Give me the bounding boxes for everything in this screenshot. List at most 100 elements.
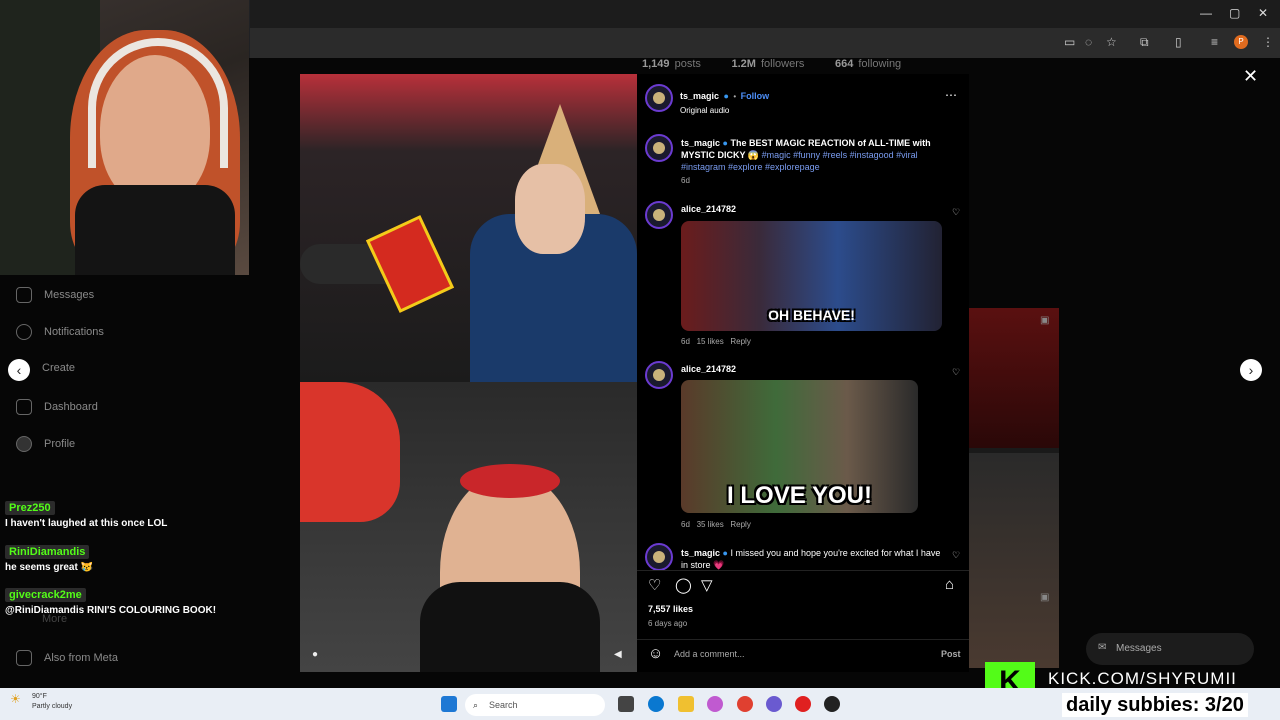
comment-like-icon[interactable]: ♡ <box>952 550 960 561</box>
like-icon[interactable]: ♡ <box>648 576 661 594</box>
comment-age: 6d <box>681 337 690 346</box>
comment-likes[interactable]: 15 likes <box>697 337 724 346</box>
sidebar-item-messages[interactable]: Messages <box>16 287 94 303</box>
comment-likes[interactable]: 35 likes <box>697 520 724 529</box>
caption-avatar[interactable] <box>645 134 673 162</box>
posts-label: posts <box>674 58 701 70</box>
comment-meta: 6d 15 likes Reply <box>681 337 751 346</box>
gif-caption: I LOVE YOU! <box>727 482 872 509</box>
comment-avatar[interactable] <box>645 543 673 571</box>
comment-icon[interactable]: ◯ <box>675 576 692 594</box>
sidebar-item-dashboard[interactable]: Dashboard <box>16 399 98 415</box>
sidebar-item-profile[interactable]: Profile <box>16 436 75 452</box>
chat-text: @RiniDiamandis RINI'S COLOURING BOOK! <box>5 605 217 616</box>
add-comment-input[interactable]: Add a comment... <box>674 649 745 659</box>
task-view-icon[interactable] <box>618 696 634 712</box>
sidepanel-icon[interactable]: ▯ <box>1175 35 1182 49</box>
prev-post-button[interactable]: ‹ <box>8 359 30 381</box>
comment-body: ts_magic ● I missed you and hope you're … <box>681 547 941 571</box>
mute-icon[interactable]: ◀ <box>614 649 622 660</box>
taskbar-search[interactable]: ⌕ Search <box>465 694 605 716</box>
star-icon[interactable]: ☆ <box>1106 35 1117 49</box>
chat-username: Prez250 <box>5 501 55 515</box>
author-avatar[interactable] <box>645 84 673 112</box>
headphones-shape <box>88 38 228 168</box>
following-label: following <box>858 58 902 70</box>
weather-temp: 90°F <box>32 693 47 700</box>
caption-username[interactable]: ts_magic <box>681 138 720 148</box>
downloads-icon[interactable]: ≡ <box>1211 35 1218 49</box>
messages-icon: ✉ <box>1098 642 1107 653</box>
address-bar[interactable] <box>250 28 1280 58</box>
cast-icon[interactable]: ▭ <box>1064 35 1075 49</box>
maximize-icon[interactable]: ▢ <box>1229 6 1240 20</box>
chat-text: he seems great 😿 <box>5 562 94 573</box>
comment-age: 6d <box>681 520 690 529</box>
divider <box>637 570 969 571</box>
following-count: 664 <box>834 58 854 70</box>
opera-icon[interactable] <box>795 696 811 712</box>
original-audio-link[interactable]: Original audio <box>680 106 769 115</box>
more-options-icon[interactable]: ⋯ <box>945 88 957 102</box>
post-comment-button[interactable]: Post <box>941 649 961 659</box>
chat-message: RiniDiamandis he seems great 😿 <box>5 542 250 573</box>
sidebar-item-label: Messages <box>44 289 95 301</box>
shirt-shape <box>75 185 235 275</box>
messages-widget[interactable]: ✉ Messages <box>1086 633 1254 665</box>
profile-avatar[interactable]: P <box>1234 35 1248 49</box>
eye-off-icon[interactable]: ◌ <box>1085 35 1092 49</box>
follow-button[interactable]: Follow <box>741 91 770 101</box>
next-post-button[interactable]: › <box>1240 359 1262 381</box>
comment-username[interactable]: alice_214782 <box>681 364 736 374</box>
heart-icon <box>16 324 32 340</box>
comment-avatar[interactable] <box>645 361 673 389</box>
weather-icon: ☀ <box>10 692 21 706</box>
extensions-icon[interactable]: ⧉ <box>1140 35 1149 50</box>
emoji-icon[interactable]: ☺ <box>648 645 663 662</box>
obs-icon[interactable] <box>824 696 840 712</box>
reply-button[interactable]: Reply <box>730 520 750 529</box>
verified-icon: ● <box>723 91 729 101</box>
grid-thumbnail[interactable] <box>969 453 1059 668</box>
save-icon[interactable]: ⌂ <box>945 576 954 593</box>
sidebar-item-meta[interactable]: Also from Meta <box>16 650 118 666</box>
start-icon[interactable] <box>441 696 457 712</box>
kebab-menu-icon[interactable]: ⋮ <box>1262 35 1274 49</box>
reel-video[interactable] <box>300 74 637 672</box>
sidebar-item-create[interactable]: Create <box>42 362 75 374</box>
posts-count: 1,149 <box>642 58 670 70</box>
likes-count[interactable]: 7,557 likes <box>648 604 693 614</box>
comment-avatar[interactable] <box>645 201 673 229</box>
comment-text: I missed you and hope you're excited for… <box>681 548 941 570</box>
reel-icon: ▣ <box>1040 592 1050 603</box>
reply-button[interactable]: Reply <box>730 337 750 346</box>
author-username[interactable]: ts_magic <box>680 91 719 101</box>
share-icon[interactable]: ▽ <box>701 576 713 594</box>
search-label: Search <box>489 700 518 710</box>
comment-meta: 6d 35 likes Reply <box>681 520 751 529</box>
app-icon[interactable] <box>707 696 723 712</box>
close-modal-button[interactable]: ✕ <box>1243 66 1258 87</box>
comment-username[interactable]: ts_magic <box>681 548 720 558</box>
weather-widget[interactable]: ☀ 90°F Partly cloudy <box>10 692 72 712</box>
comment-like-icon[interactable]: ♡ <box>952 367 960 378</box>
chrome-icon[interactable] <box>737 696 753 712</box>
user-tag-icon[interactable]: ● <box>312 649 318 660</box>
edge-icon[interactable] <box>648 696 664 712</box>
sidebar-item-label: Create <box>42 362 76 374</box>
chat-text: I haven't laughed at this once LOL <box>5 518 168 529</box>
file-explorer-icon[interactable] <box>678 696 694 712</box>
discord-icon[interactable] <box>766 696 782 712</box>
chat-username: givecrack2me <box>5 588 86 602</box>
window-close-icon[interactable]: ✕ <box>1258 6 1268 20</box>
comment-like-icon[interactable]: ♡ <box>952 207 960 218</box>
comment-username[interactable]: alice_214782 <box>681 204 736 214</box>
minimize-icon[interactable]: — <box>1200 6 1212 20</box>
profile-stats: 1,149 posts 1.2M followers 664 following <box>642 58 901 70</box>
bandana-shape <box>460 464 560 498</box>
comic-book-shape <box>365 215 455 313</box>
sidebar-item-notifications[interactable]: Notifications <box>16 324 104 340</box>
post-date: 6 days ago <box>648 619 688 628</box>
messages-icon <box>16 287 32 303</box>
grid-thumbnail[interactable] <box>969 308 1059 448</box>
